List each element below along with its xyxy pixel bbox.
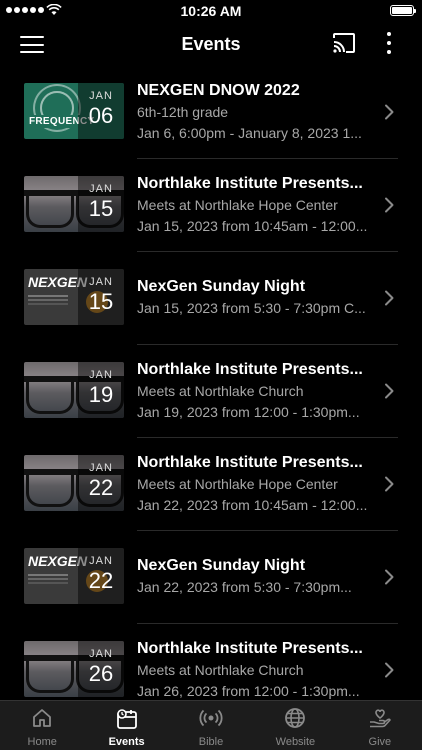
date-badge: JAN 19 [78, 362, 124, 418]
event-datetime: Jan 19, 2023 from 12:00 - 1:30pm... [137, 404, 360, 420]
event-info: NexGen Sunday Night Jan 22, 2023 from 5:3… [137, 555, 378, 598]
date-day: 22 [88, 475, 114, 500]
chevron-right-icon [385, 197, 394, 213]
date-badge: JAN 26 [78, 641, 124, 697]
event-title: NEXGEN DNOW 2022 [137, 82, 300, 99]
tab-label: Bible [198, 736, 224, 748]
date-badge: JAN 06 [78, 83, 124, 139]
event-subtitle: Meets at Northlake Hope Center [137, 197, 338, 213]
chevron-right-icon [385, 476, 394, 492]
event-info: NexGen Sunday Night Jan 15, 2023 from 5:3… [137, 276, 378, 319]
tab-label: Give [368, 736, 392, 748]
date-day: 15 [88, 196, 114, 221]
event-thumbnail: NEXGEN JAN 22 [24, 548, 124, 604]
event-title: NexGen Sunday Night [137, 278, 306, 295]
event-row[interactable]: NEXGEN JAN 22 NexGen Sunday Night Jan 22, 20… [0, 531, 422, 624]
chevron-right-icon [385, 383, 394, 399]
event-thumbnail: NEXGEN JAN 15 [24, 269, 124, 325]
page-title: Events [181, 34, 241, 54]
calendar-icon [116, 709, 137, 729]
event-subtitle: Jan 15, 2023 from 5:30 - 7:30pm C... [137, 300, 366, 316]
date-month: JAN [89, 369, 113, 381]
top-app-bar: Events [0, 22, 422, 66]
event-subtitle: Meets at Northlake Church [137, 383, 304, 399]
event-info: Northlake Institute Presents... Meets at … [137, 359, 378, 423]
more-options-icon[interactable] [386, 32, 392, 54]
event-row[interactable]: NEXGEN JAN 15 NexGen Sunday Night Jan 15, 20… [0, 252, 422, 345]
event-subtitle: Jan 22, 2023 from 5:30 - 7:30pm... [137, 579, 352, 595]
date-month: JAN [89, 90, 113, 102]
event-title: Northlake Institute Presents... [137, 640, 363, 657]
event-thumbnail: JAN 19 [24, 362, 124, 418]
event-row[interactable]: JAN 26 Northlake Institute Presents... Meet… [0, 624, 422, 700]
event-row[interactable]: FREQUENCY JAN 06 NEXGEN DNOW 2022 6th-12th g… [0, 66, 422, 159]
event-datetime: Jan 26, 2023 from 12:00 - 1:30pm... [137, 683, 360, 699]
event-row[interactable]: JAN 19 Northlake Institute Presents... Meet… [0, 345, 422, 438]
chevron-right-icon [385, 569, 394, 585]
date-day: 19 [88, 382, 114, 407]
event-info: Northlake Institute Presents... Meets at … [137, 173, 378, 237]
date-day: 22 [88, 568, 114, 593]
battery-icon [390, 5, 416, 16]
event-info: NEXGEN DNOW 2022 6th-12th grade Jan 6, 6:0… [137, 80, 378, 144]
events-list: FREQUENCY JAN 06 NEXGEN DNOW 2022 6th-12th g… [0, 66, 422, 700]
date-month: JAN [89, 183, 113, 195]
event-datetime: Jan 6, 6:00pm - January 8, 2023 1... [137, 125, 362, 141]
chevron-right-icon [385, 104, 394, 120]
event-title: Northlake Institute Presents... [137, 361, 363, 378]
tab-label: Events [108, 736, 145, 748]
home-icon [33, 709, 52, 727]
broadcast-icon [199, 709, 223, 727]
event-thumbnail: JAN 22 [24, 455, 124, 511]
status-bar: 10:26 AM [0, 0, 422, 22]
event-title: Northlake Institute Presents... [137, 454, 363, 471]
give-icon [369, 709, 391, 728]
date-month: JAN [89, 555, 113, 567]
date-badge: JAN 15 [78, 269, 124, 325]
date-month: JAN [89, 648, 113, 660]
event-datetime: Jan 15, 2023 from 10:45am - 12:00... [137, 218, 368, 234]
event-datetime: Jan 22, 2023 from 10:45am - 12:00... [137, 497, 368, 513]
tab-give[interactable]: Give [338, 701, 422, 750]
event-info: Northlake Institute Presents... Meets at … [137, 638, 378, 700]
date-month: JAN [89, 276, 113, 288]
date-day: 15 [88, 289, 114, 314]
event-subtitle: Meets at Northlake Church [137, 662, 304, 678]
tab-home[interactable]: Home [0, 701, 84, 750]
event-info: Northlake Institute Presents... Meets at … [137, 452, 378, 516]
tab-label: Home [27, 736, 57, 748]
event-subtitle: Meets at Northlake Hope Center [137, 476, 338, 492]
date-day: 26 [88, 661, 114, 686]
tab-bible[interactable]: Bible [169, 701, 253, 750]
chevron-right-icon [385, 662, 394, 678]
bottom-tab-bar: Home Events Bible Website Give [0, 700, 422, 750]
date-month: JAN [89, 462, 113, 474]
event-thumbnail: FREQUENCY JAN 06 [24, 83, 124, 139]
event-thumbnail: JAN 15 [24, 176, 124, 232]
tab-website[interactable]: Website [253, 701, 337, 750]
date-badge: JAN 15 [78, 176, 124, 232]
event-title: NexGen Sunday Night [137, 557, 306, 574]
globe-icon [285, 708, 306, 728]
date-day: 06 [88, 103, 114, 128]
cast-icon[interactable] [332, 32, 356, 54]
tab-label: Website [275, 736, 316, 748]
event-thumbnail: JAN 26 [24, 641, 124, 697]
date-badge: JAN 22 [78, 455, 124, 511]
event-row[interactable]: JAN 15 Northlake Institute Presents... Meet… [0, 159, 422, 252]
date-badge: JAN 22 [78, 548, 124, 604]
status-time: 10:26 AM [180, 3, 242, 19]
event-title: Northlake Institute Presents... [137, 175, 363, 192]
event-subtitle: 6th-12th grade [137, 104, 229, 120]
chevron-right-icon [385, 290, 394, 306]
tab-events[interactable]: Events [84, 701, 168, 750]
event-row[interactable]: JAN 22 Northlake Institute Presents... Meet… [0, 438, 422, 531]
